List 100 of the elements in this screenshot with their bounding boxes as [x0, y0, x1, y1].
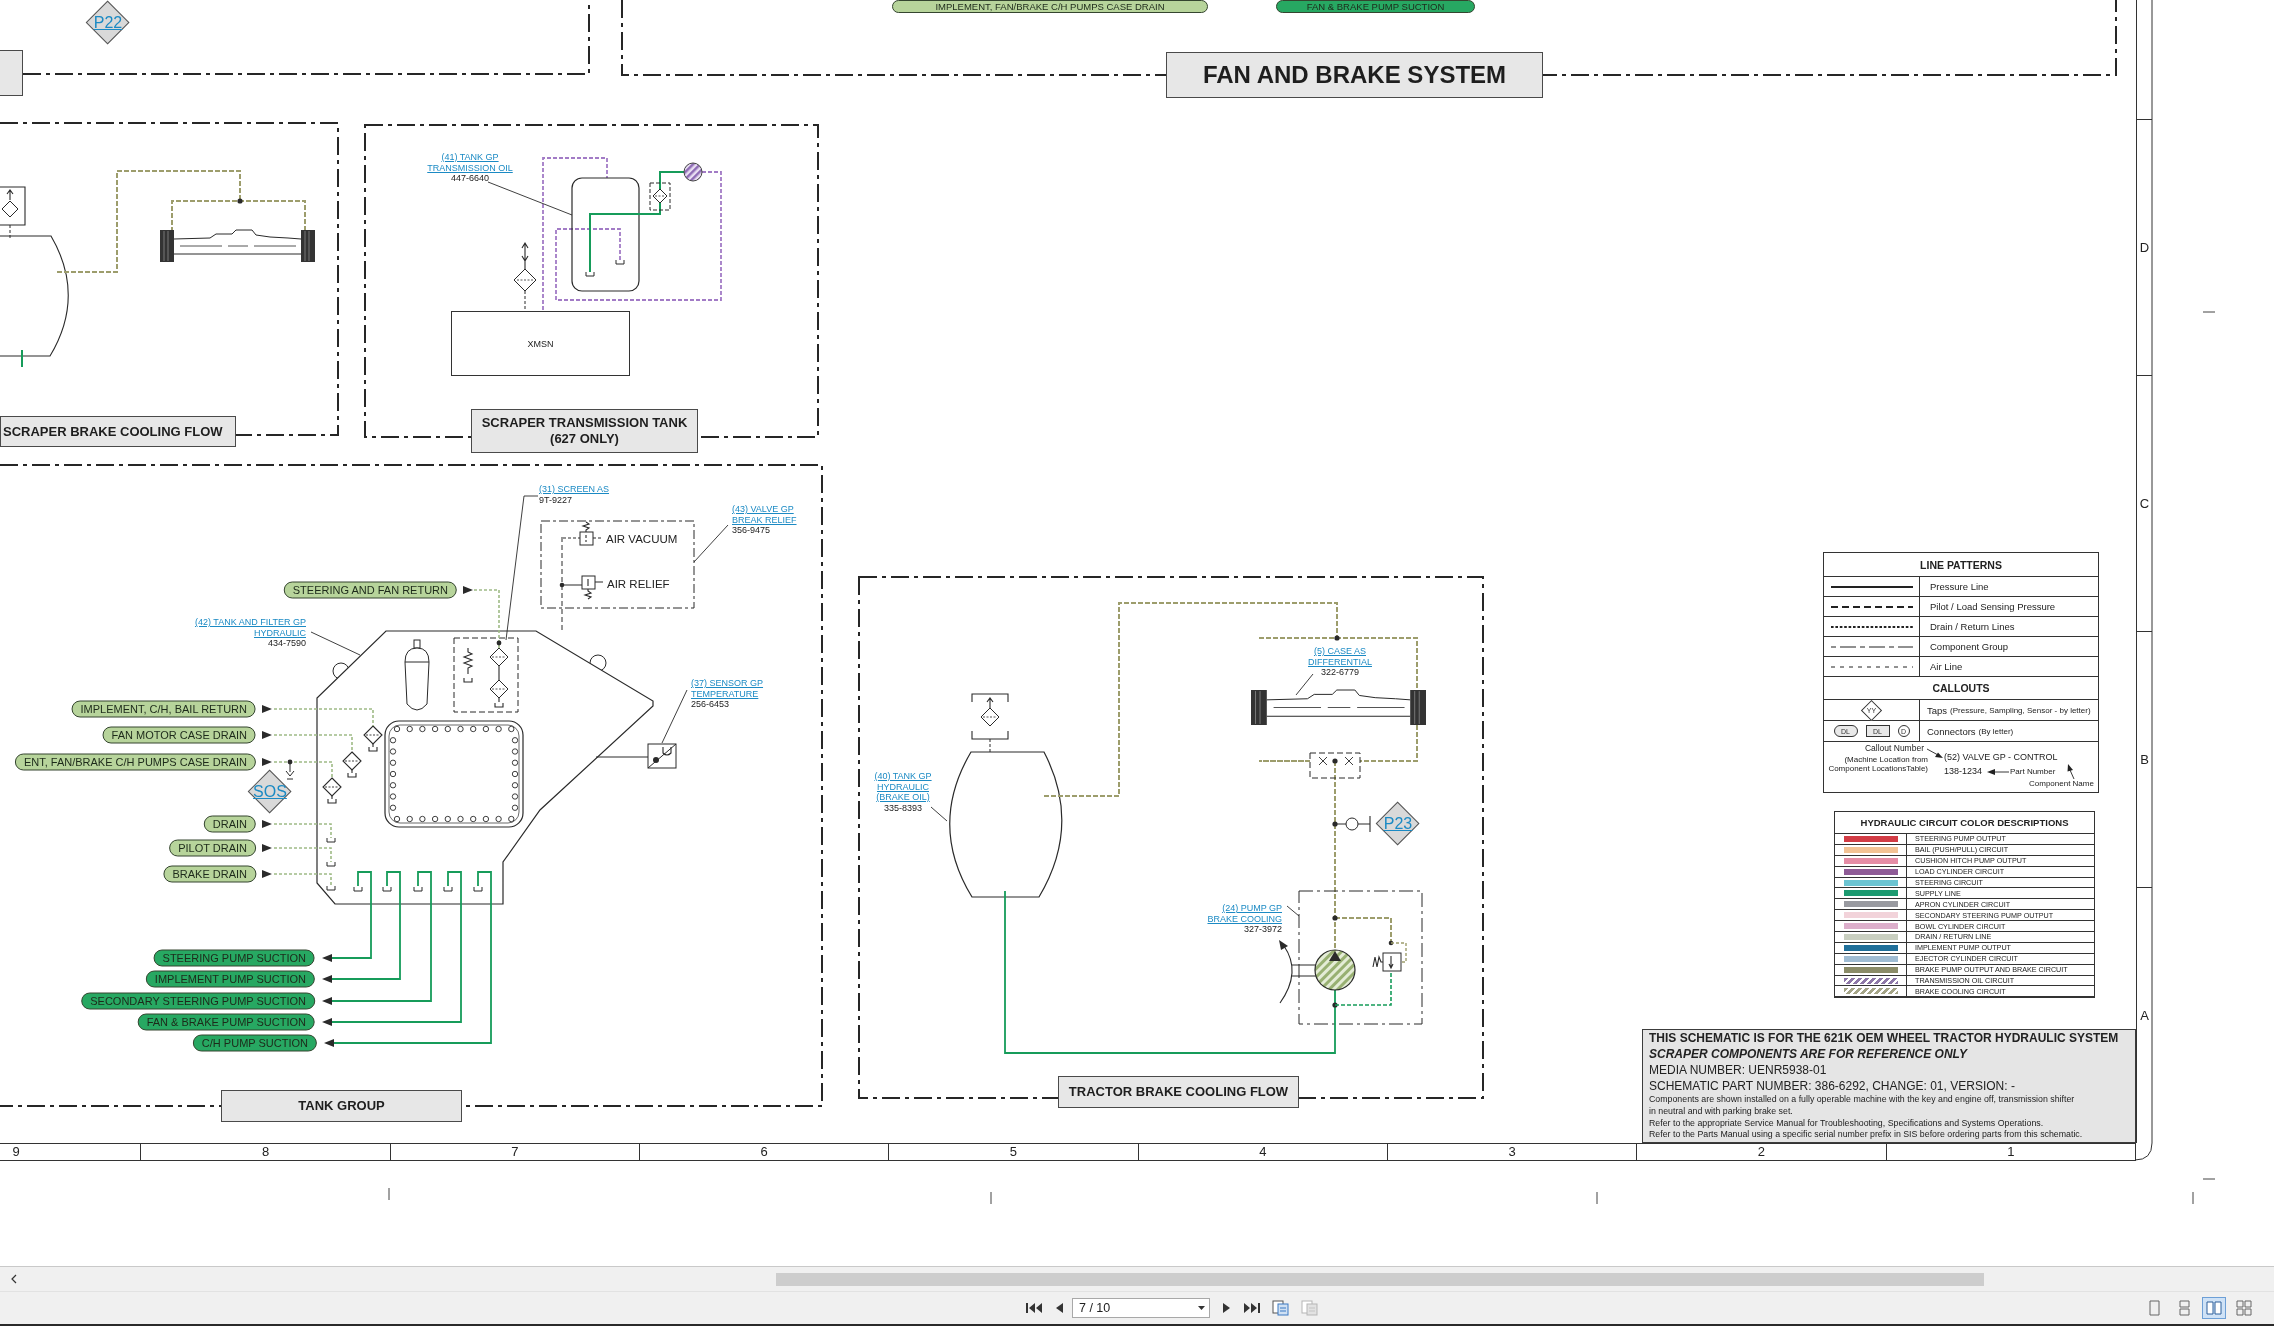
check-valve-symbol: [1335, 815, 1371, 833]
hatched-circle-symbol: [683, 162, 703, 182]
example-component: (52) VALVE GP - CONTROL: [1944, 752, 2058, 763]
filter-symbol: [342, 751, 362, 778]
system-title: FAN AND BRAKE SYSTEM: [1166, 52, 1543, 98]
dash-dot-line-icon: [1830, 644, 1913, 649]
dotted-line-icon: [1830, 624, 1913, 629]
legend-label: Component Group: [1920, 637, 2098, 657]
callout-link[interactable]: TRANSMISSION OIL: [427, 162, 513, 173]
part-number: 356-9475: [732, 525, 771, 536]
tick-mark-icon: [2192, 1191, 2194, 1205]
page-stack-icon[interactable]: [1272, 1300, 1289, 1316]
relief-valve-symbol: [1372, 942, 1407, 972]
leader-line: [1286, 905, 1300, 917]
callout-link[interactable]: (31) SCREEN AS: [539, 484, 610, 495]
callout-link[interactable]: (24) PUMP GP: [1222, 903, 1282, 914]
callout-link[interactable]: (43) VALVE GP: [732, 504, 794, 515]
callout-link[interactable]: (BRAKE OIL): [876, 792, 930, 803]
tick-mark-icon: [2202, 1178, 2216, 1180]
page-field[interactable]: 7 / 10: [1072, 1298, 1210, 1318]
fine-dashed-line-icon: [1830, 664, 1913, 669]
caret-icon[interactable]: [1198, 1306, 1205, 1310]
pointer-arrow: [1987, 769, 2009, 775]
transmission-box: XMSN: [451, 311, 630, 376]
line-label: FAN MOTOR CASE DRAIN: [102, 726, 256, 744]
note-text: Refer to the Parts Manual using a specific serial number prefix in SIS before ordering parts from this schematic.: [1649, 1129, 2084, 1142]
rotation-arrow: [1279, 940, 1293, 1004]
part-number: 9T-9227: [539, 494, 573, 505]
line-label: SECONDARY STEERING PUMP SUCTION: [81, 992, 315, 1010]
tick-mark-icon: [2202, 311, 2216, 313]
filler-cap: [404, 639, 430, 711]
leader-line: [1295, 673, 1314, 696]
callout-link[interactable]: TEMPERATURE: [691, 688, 759, 699]
zone-number: 9: [12, 1145, 20, 1159]
note-text: Refer to the appropriate Service Manual for Troubleshooting, Specifications and Systems Operations.: [1649, 1117, 2045, 1130]
return-line: [463, 586, 502, 649]
section-title: SCRAPER BRAKE COOLING FLOW: [0, 416, 236, 447]
legend-label: Taps (Pressure, Sampling, Sensor - by letter): [1920, 700, 2098, 721]
line-label: FAN & BRAKE PUMP SUCTION: [137, 1013, 315, 1031]
tick-mark-icon: [990, 1191, 992, 1205]
filter-symbol: [649, 182, 671, 211]
zone-number: 6: [760, 1145, 768, 1159]
part-number: 434-7590: [267, 638, 306, 649]
example-part-number: 138-1234: [1944, 766, 1983, 777]
zone-number: 4: [1259, 1145, 1267, 1159]
suction-line: [21, 349, 23, 368]
callout-link[interactable]: (41) TANK GP: [441, 152, 499, 163]
last-page-icon[interactable]: [1244, 1301, 1260, 1315]
callout-link[interactable]: (5) CASE AS: [1314, 646, 1366, 657]
reference-notice: SCRAPER COMPONENTS ARE FOR REFERENCE ONLY: [1649, 1046, 1969, 1062]
leader-line: [661, 689, 688, 744]
brake-cooling-pump: [1291, 949, 1356, 991]
leader-line: [310, 631, 361, 656]
callout-link[interactable]: BREAK RELIEF: [732, 514, 797, 525]
line-label: C/H PUMP SUCTION: [192, 1034, 317, 1052]
filter-symbol: [322, 777, 342, 804]
pointer-arrow: [1927, 748, 1943, 758]
table-heading: CALLOUTS: [1824, 677, 2098, 700]
section-title-box: [0, 50, 23, 96]
schematic-heading: THIS SCHEMATIC IS FOR THE 621K OEM WHEEL TRACTOR HYDRAULIC SYSTEM: [1649, 1030, 2120, 1046]
zone-letter: D: [2139, 240, 2150, 255]
legend-label: Connectors (By letter): [1920, 721, 2098, 742]
callout-link[interactable]: HYDRAULIC: [877, 781, 929, 792]
callout-link[interactable]: DIFFERENTIAL: [1308, 656, 1372, 667]
line-label: IMPLEMENT, FAN/BRAKE C/H PUMPS CASE DRAIN: [892, 0, 1208, 13]
tick-mark-icon: [1596, 1191, 1598, 1205]
tick-mark-icon: [388, 1187, 390, 1201]
callout-link[interactable]: (40) TANK GP: [874, 771, 932, 782]
scroll-left-icon[interactable]: [10, 1274, 18, 1284]
line-label: DRAIN: [203, 815, 256, 833]
part-number: 322-6779: [1321, 667, 1359, 678]
zone-letter: B: [2140, 752, 2149, 767]
note-text: Components are shown installed on a fully operable machine with the key and engine off, transmission shifter in neutral and with parking brake set.: [1649, 1094, 2076, 1118]
part-number: 256-6453: [691, 699, 730, 710]
return-line: [262, 758, 333, 780]
part-number-label: Part Number: [2010, 767, 2056, 777]
callout-link[interactable]: (37) SENSOR GP: [691, 678, 764, 689]
line-label: BRAKE DRAIN: [163, 865, 256, 883]
legend-label: Drain / Return Lines: [1920, 617, 2098, 637]
callout-link[interactable]: (42) TANK AND FILTER GP: [194, 617, 306, 628]
drain-line: [1334, 970, 1392, 1006]
zone-number: 7: [511, 1145, 519, 1159]
dashed-line-icon: [1830, 604, 1913, 609]
valve-label: AIR RELIEF: [607, 577, 670, 592]
legend-label: Air Line: [1920, 657, 2098, 677]
previous-page-icon[interactable]: [1054, 1301, 1064, 1315]
next-page-icon[interactable]: [1222, 1301, 1232, 1315]
legend-label: Pilot / Load Sensing Pressure: [1920, 597, 2098, 617]
line-label: STEERING PUMP SUCTION: [153, 949, 315, 967]
scrollbar-thumb[interactable]: [776, 1273, 1984, 1286]
callout-location-note: (Machine Location from Component LocationsTable): [1827, 755, 1928, 774]
zone-letter: C: [2139, 496, 2150, 511]
callout-link[interactable]: BRAKE COOLING: [1207, 913, 1282, 924]
callout-link[interactable]: HYDRAULIC: [254, 627, 306, 638]
first-page-icon[interactable]: [1026, 1301, 1042, 1315]
valve-label: AIR VACUUM: [606, 532, 678, 547]
document-info: SCHEMATIC PART NUMBER: 386-6292, CHANGE: 01, VERSION: -: [1649, 1079, 2016, 1094]
section-title: TANK GROUP: [221, 1090, 462, 1122]
callout-number-label: Callout Number: [1863, 744, 1924, 754]
line-label: ENT, FAN/BRAKE C/H PUMPS CASE DRAIN: [14, 753, 256, 771]
